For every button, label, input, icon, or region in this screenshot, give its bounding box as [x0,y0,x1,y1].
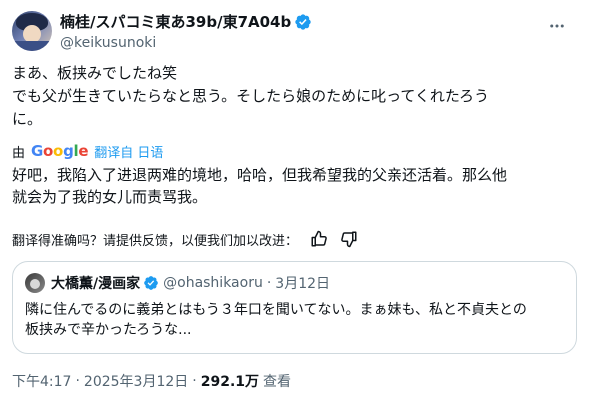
avatar-band [12,41,52,51]
translated-from-link[interactable]: 翻译自 日语 [94,142,163,161]
meta-separator: · [75,373,80,389]
verified-badge-icon[interactable] [294,13,312,31]
translation-attribution: 由 Google 翻译自 日语 [12,141,163,161]
translation-feedback: 翻译得准确吗？请提供反馈，以便我们加以改进： [12,228,358,250]
quoted-tweet-header: 大橋薫/漫画家 @ohashikaoru · 3月12日 [25,272,564,294]
quoted-verified-badge-icon [144,276,158,290]
tweet-meta: 下午4:17 · 2025年3月12日 · 292.1万 查看 [12,370,291,392]
tweet-header: 楠桂/スパコミ東あ39b/東7A04b @keikusunoki [12,6,577,56]
thumbs-up-icon [311,230,327,247]
meta-separator-2: · [192,373,197,389]
quoted-date[interactable]: 3月12日 [275,273,330,293]
quoted-author-avatar[interactable] [25,273,45,293]
quoted-author-name[interactable]: 大橋薫/漫画家 [51,273,140,293]
views-count: 292.1万 [200,374,260,390]
more-horizontal-icon [550,24,564,28]
translated-by-label: 由 [12,145,26,161]
author-avatar[interactable] [12,11,52,51]
tweet-text: まあ、板挟みでしたね笑 でも父が生きていたらなと思う。そしたら娘のために叱ってく… [12,64,490,128]
google-logo: Google [31,142,89,160]
thumbs-up-button[interactable] [310,230,328,248]
quoted-separator: · [266,275,272,291]
translation-text: 好吧，我陷入了进退两难的境地，哈哈，但我希望我的父亲还活着。那么他 就会为了我的… [12,166,508,206]
more-options-button[interactable] [545,14,569,38]
author-display-name[interactable]: 楠桂/スパコミ東あ39b/東7A04b [60,12,291,32]
quoted-tweet[interactable]: 大橋薫/漫画家 @ohashikaoru · 3月12日 隣に住んでるのに義弟と… [12,261,577,354]
thumbs-down-icon [341,231,357,248]
quoted-tweet-text: 隣に住んでるのに義弟とはもう３年口を聞いてない。まぁ妹も、私と不貞夫との 板挟み… [25,302,527,338]
author-handle[interactable]: @keikusunoki [60,34,312,52]
author-name-row: 楠桂/スパコミ東あ39b/東7A04b [60,11,312,33]
tweet-time[interactable]: 下午4:17 [12,371,71,391]
views-label: 查看 [263,374,292,390]
thumbs-down-button[interactable] [340,230,358,248]
tweet-date[interactable]: 2025年3月12日 [84,371,188,391]
quoted-author-handle[interactable]: @ohashikaoru [163,275,263,291]
author-names: 楠桂/スパコミ東あ39b/東7A04b @keikusunoki [60,11,312,52]
feedback-prompt: 翻译得准确吗？请提供反馈，以便我们加以改进： [12,233,299,249]
